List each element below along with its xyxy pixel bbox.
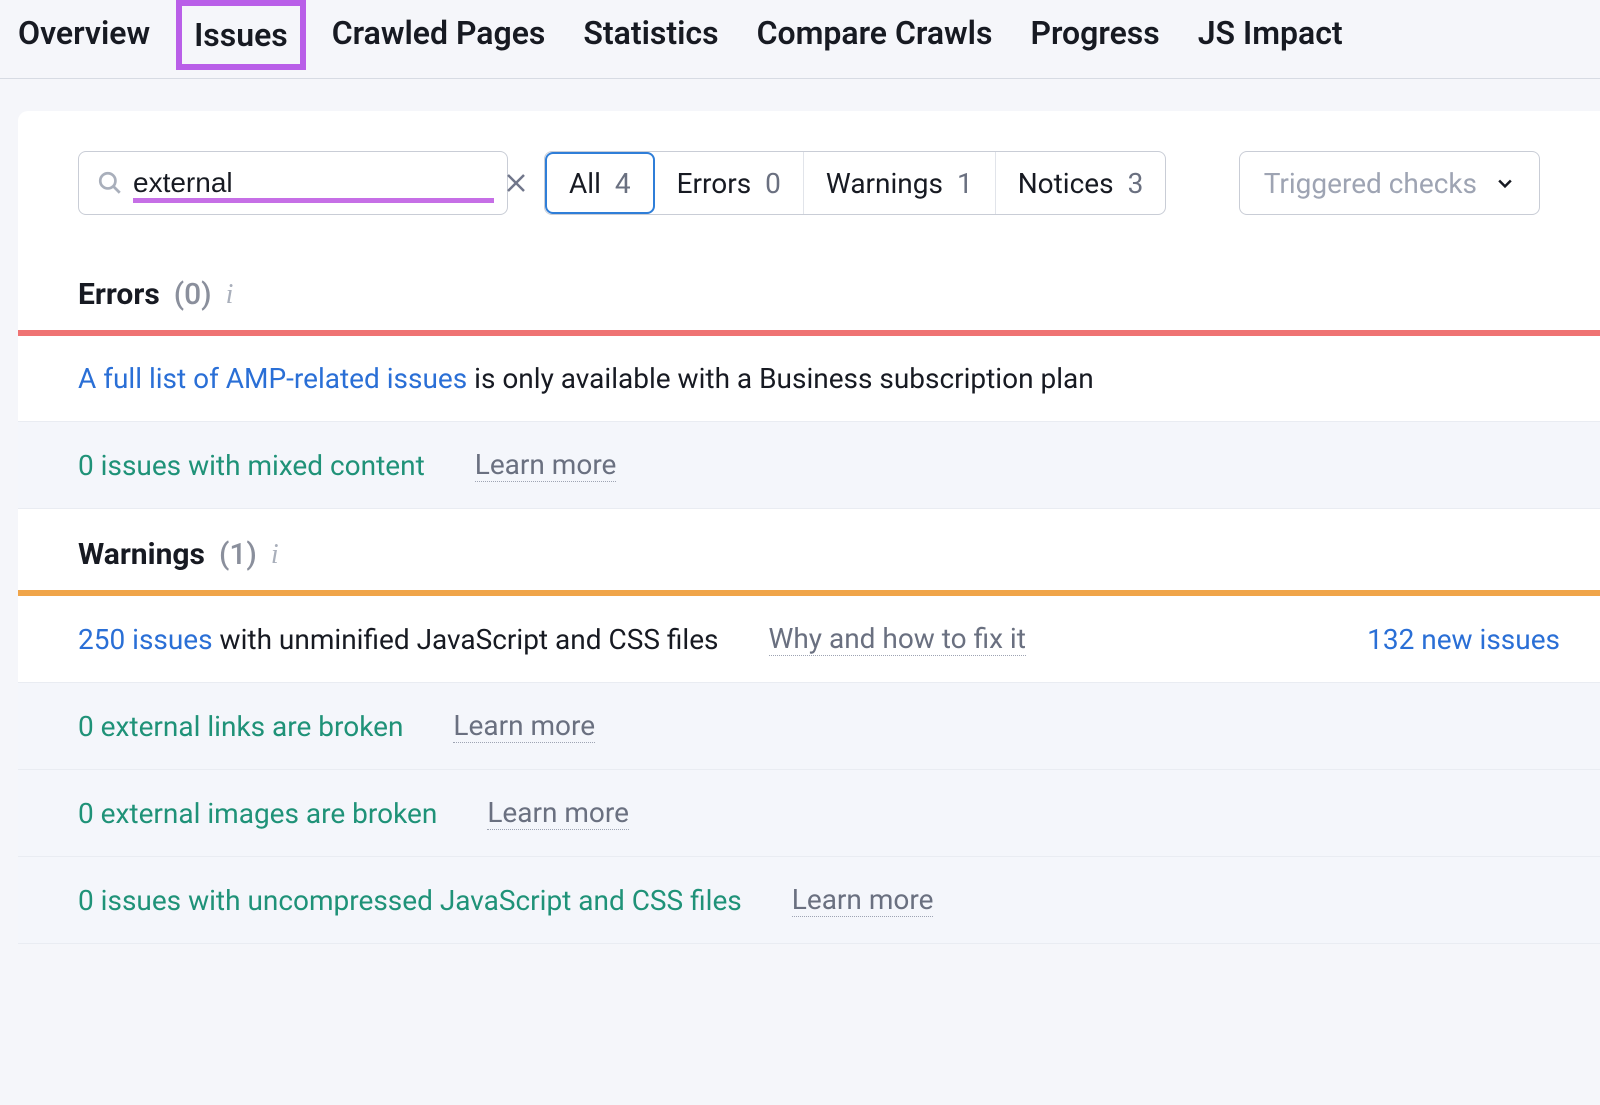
warnings-count: (1) bbox=[219, 537, 257, 572]
triggered-checks-button[interactable]: Triggered checks bbox=[1239, 151, 1540, 215]
tab-js-impact[interactable]: JS Impact bbox=[1196, 10, 1345, 60]
tab-crawled-pages[interactable]: Crawled Pages bbox=[330, 10, 548, 60]
severity-filter-group: All 4 Errors 0 Warnings 1 Notices 3 bbox=[544, 151, 1166, 215]
warnings-section-head: Warnings (1) i bbox=[18, 509, 1600, 590]
filter-warnings[interactable]: Warnings 1 bbox=[804, 152, 996, 214]
filter-warnings-label: Warnings bbox=[826, 167, 943, 200]
search-value-underline bbox=[133, 167, 494, 199]
learn-more-link[interactable]: Learn more bbox=[487, 796, 629, 830]
issues-card: All 4 Errors 0 Warnings 1 Notices 3 Trig… bbox=[18, 111, 1600, 944]
learn-more-link[interactable]: Learn more bbox=[792, 883, 934, 917]
uncompressed-text[interactable]: 0 issues with uncompressed JavaScript an… bbox=[78, 884, 742, 917]
tab-compare-crawls[interactable]: Compare Crawls bbox=[755, 10, 995, 60]
ext-links-row: 0 external links are broken Learn more bbox=[18, 683, 1600, 770]
clear-icon[interactable] bbox=[504, 171, 528, 195]
tab-statistics[interactable]: Statistics bbox=[581, 10, 720, 60]
filter-warnings-count: 1 bbox=[957, 167, 973, 200]
filter-errors-count: 0 bbox=[765, 167, 781, 200]
amp-upsell-row: A full list of AMP-related issues is onl… bbox=[18, 336, 1600, 422]
filter-notices-label: Notices bbox=[1018, 167, 1114, 200]
filter-all-count: 4 bbox=[615, 167, 631, 200]
unminified-count-link[interactable]: 250 issues bbox=[78, 623, 213, 656]
warnings-title: Warnings bbox=[78, 537, 205, 572]
ext-links-text[interactable]: 0 external links are broken bbox=[78, 710, 403, 743]
errors-section-head: Errors (0) i bbox=[18, 249, 1600, 330]
learn-more-link[interactable]: Learn more bbox=[453, 709, 595, 743]
filter-errors-label: Errors bbox=[677, 167, 752, 200]
errors-title: Errors bbox=[78, 277, 160, 312]
unminified-row: 250 issues with unminified JavaScript an… bbox=[18, 596, 1600, 683]
new-issues-link[interactable]: 132 new issues bbox=[1367, 623, 1560, 656]
learn-more-link[interactable]: Learn more bbox=[475, 448, 617, 482]
tab-issues[interactable]: Issues bbox=[176, 0, 306, 70]
mixed-content-text[interactable]: 0 issues with mixed content bbox=[78, 449, 425, 482]
triggered-checks-label: Triggered checks bbox=[1264, 167, 1477, 200]
unminified-text: 250 issues with unminified JavaScript an… bbox=[78, 623, 719, 656]
amp-upsell-text: A full list of AMP-related issues is onl… bbox=[78, 362, 1094, 395]
amp-upsell-link[interactable]: A full list of AMP-related issues bbox=[78, 362, 467, 395]
search-wrap bbox=[78, 151, 508, 215]
filter-all[interactable]: All 4 bbox=[545, 152, 655, 214]
search-input[interactable] bbox=[133, 167, 494, 199]
issues-toolbar: All 4 Errors 0 Warnings 1 Notices 3 Trig… bbox=[18, 151, 1600, 249]
info-icon[interactable]: i bbox=[271, 539, 279, 571]
filter-notices-count: 3 bbox=[1128, 167, 1144, 200]
tab-overview[interactable]: Overview bbox=[16, 10, 152, 60]
uncompressed-row: 0 issues with uncompressed JavaScript an… bbox=[18, 857, 1600, 944]
search-icon bbox=[97, 170, 123, 196]
ext-images-text[interactable]: 0 external images are broken bbox=[78, 797, 437, 830]
filter-all-label: All bbox=[569, 167, 601, 200]
why-fix-link[interactable]: Why and how to fix it bbox=[769, 622, 1026, 656]
info-icon[interactable]: i bbox=[226, 279, 234, 311]
top-tabs: Overview Issues Crawled Pages Statistics… bbox=[0, 0, 1600, 79]
filter-errors[interactable]: Errors 0 bbox=[655, 152, 804, 214]
amp-upsell-rest: is only available with a Business subscr… bbox=[467, 362, 1094, 395]
mixed-content-row: 0 issues with mixed content Learn more bbox=[18, 422, 1600, 509]
unminified-rest: with unminified JavaScript and CSS files bbox=[213, 623, 719, 656]
filter-notices[interactable]: Notices 3 bbox=[996, 152, 1166, 214]
tab-progress[interactable]: Progress bbox=[1028, 10, 1161, 60]
ext-images-row: 0 external images are broken Learn more bbox=[18, 770, 1600, 857]
errors-count: (0) bbox=[174, 277, 212, 312]
chevron-down-icon bbox=[1495, 173, 1515, 193]
